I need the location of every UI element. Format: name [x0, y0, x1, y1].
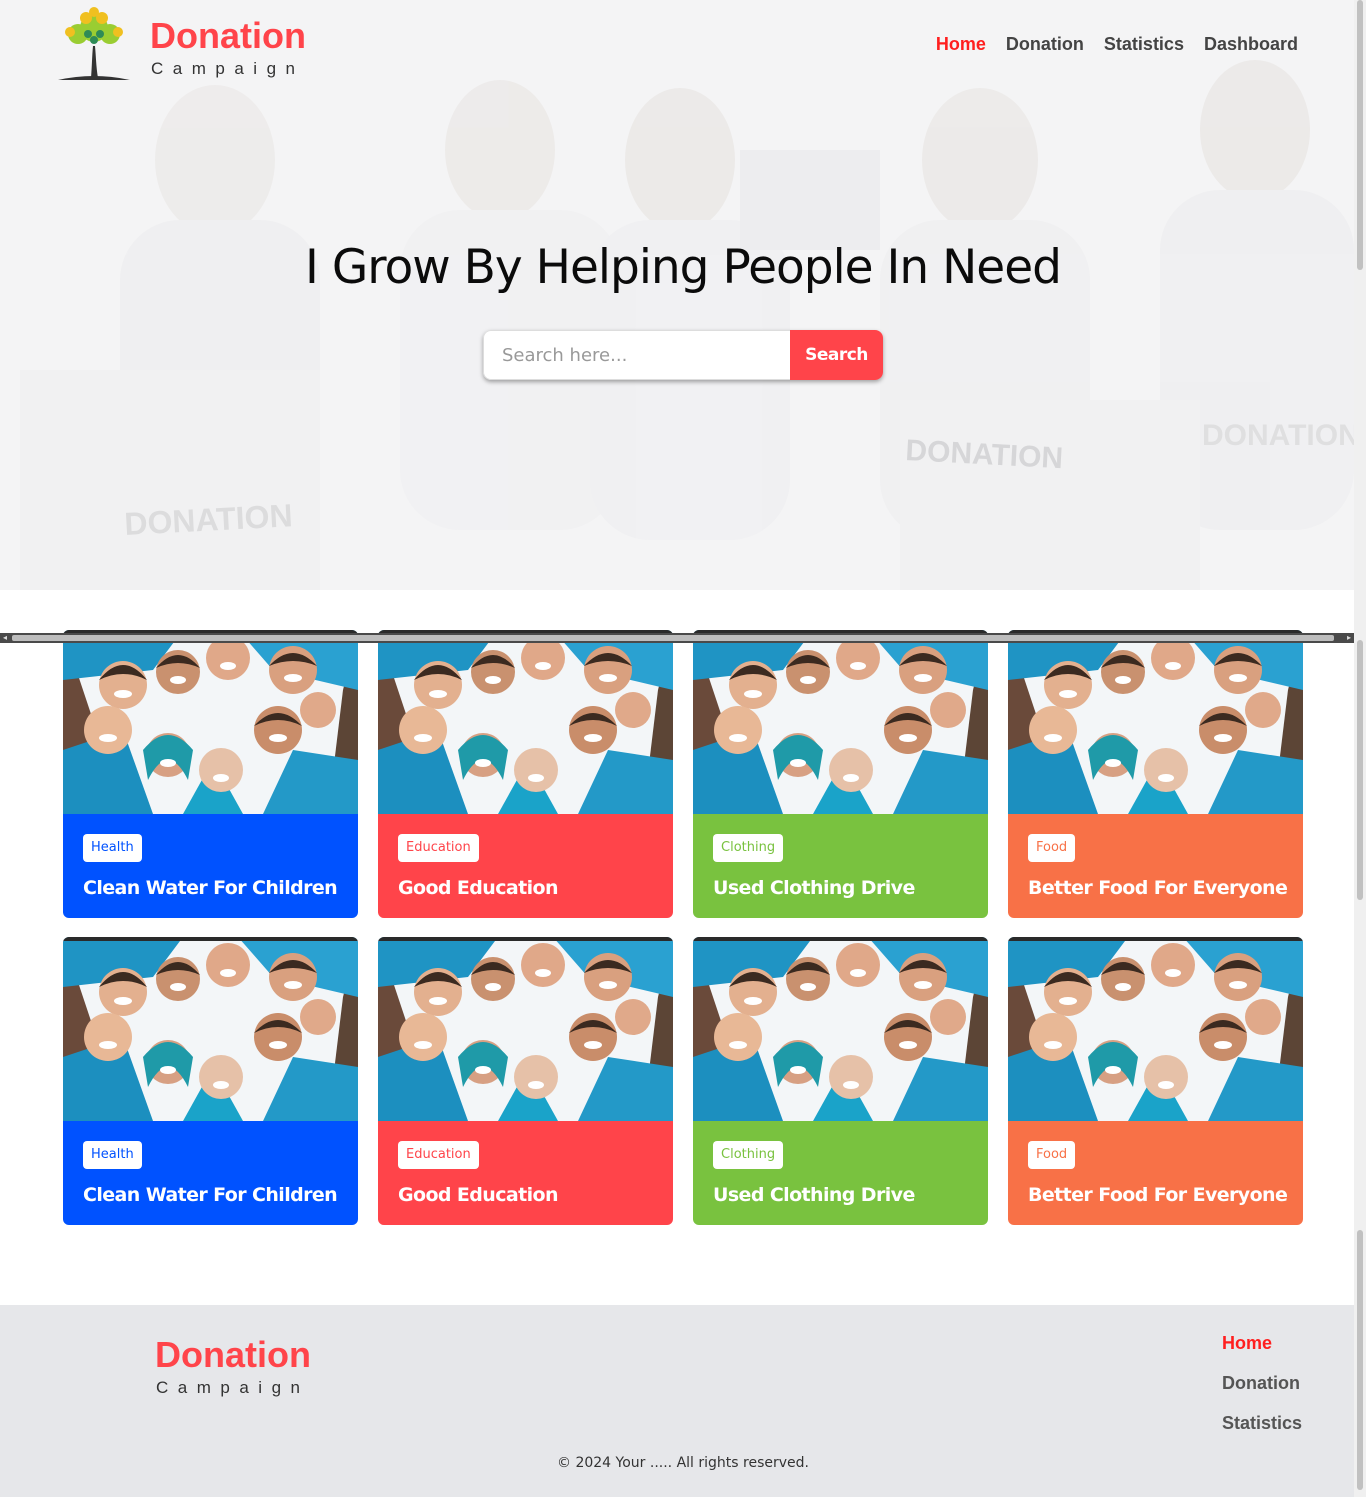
copyright-text: © 2024 Your ..... All rights reserved.	[557, 1455, 809, 1471]
card-body: Health Clean Water For Children	[63, 814, 358, 918]
card-title: Used Clothing Drive	[713, 877, 915, 899]
category-badge: Health	[83, 834, 142, 862]
hero-title: I Grow By Helping People In Need	[305, 240, 1062, 295]
main-nav: Home Donation Statistics Dashboard	[936, 34, 1298, 55]
brand-logo[interactable]: Donation Campaign	[58, 6, 318, 82]
card-body: Education Good Education	[378, 1121, 673, 1225]
hero-bg-sign-right: DONATION	[1202, 419, 1354, 452]
volunteers-photo	[693, 937, 988, 1121]
horizontal-scrollbar-thumb[interactable]	[12, 635, 1334, 641]
volunteers-photo	[378, 937, 673, 1121]
category-badge: Food	[1028, 1141, 1076, 1169]
search-button[interactable]: Search	[790, 330, 883, 380]
card-title: Better Food For Everyone	[1028, 877, 1288, 899]
footer-link-statistics[interactable]: Statistics	[1222, 1413, 1302, 1434]
volunteers-photo	[378, 630, 673, 814]
card-body: Food Better Food For Everyone	[1008, 1121, 1303, 1225]
footer-nav: Home Donation Statistics	[1222, 1333, 1302, 1434]
card-title: Good Education	[398, 1184, 558, 1206]
brand-title: Donation	[150, 15, 306, 56]
donation-card[interactable]: Clothing Used Clothing Drive	[693, 937, 988, 1225]
category-badge: Education	[398, 1141, 479, 1169]
donation-card[interactable]: Education Good Education	[378, 630, 673, 918]
brand-subtitle: Campaign	[151, 59, 305, 78]
donation-card[interactable]: Clothing Used Clothing Drive	[693, 630, 988, 918]
category-badge: Education	[398, 834, 479, 862]
volunteers-photo	[693, 630, 988, 814]
card-body: Clothing Used Clothing Drive	[693, 814, 988, 918]
vertical-scrollbar-thumb[interactable]	[1357, 640, 1363, 900]
donation-card[interactable]: Education Good Education	[378, 937, 673, 1225]
category-badge: Health	[83, 1141, 142, 1169]
donation-card[interactable]: Food Better Food For Everyone	[1008, 937, 1303, 1225]
footer-brand-subtitle: Campaign	[156, 1378, 310, 1397]
card-body: Food Better Food For Everyone	[1008, 814, 1303, 918]
scroll-right-arrow-icon[interactable]: ▸	[1344, 633, 1354, 643]
scroll-left-arrow-icon[interactable]: ◂	[0, 633, 10, 643]
nav-link-statistics[interactable]: Statistics	[1104, 34, 1184, 55]
card-title: Clean Water For Children	[83, 877, 338, 899]
footer-link-donation[interactable]: Donation	[1222, 1373, 1302, 1394]
vertical-scrollbar-thumb[interactable]	[1357, 1230, 1363, 1490]
donation-card[interactable]: Food Better Food For Everyone	[1008, 630, 1303, 918]
donation-card[interactable]: Health Clean Water For Children	[63, 937, 358, 1225]
vertical-scrollbar[interactable]	[1354, 0, 1366, 1497]
tree-logo-icon	[58, 7, 130, 80]
category-badge: Food	[1028, 834, 1076, 862]
hero-banner: DONATION DONATION DONATION Donation Camp…	[0, 0, 1354, 590]
category-badge: Clothing	[713, 834, 784, 862]
nav-link-donation[interactable]: Donation	[1006, 34, 1084, 55]
donation-card[interactable]: Health Clean Water For Children	[63, 630, 358, 918]
volunteers-photo	[63, 937, 358, 1121]
search-input[interactable]	[483, 330, 790, 380]
volunteers-photo	[1008, 937, 1303, 1121]
card-title: Used Clothing Drive	[713, 1184, 915, 1206]
volunteers-photo	[1008, 630, 1303, 814]
nav-link-dashboard[interactable]: Dashboard	[1204, 34, 1298, 55]
card-body: Education Good Education	[378, 814, 673, 918]
category-badge: Clothing	[713, 1141, 784, 1169]
search-form: Search	[483, 330, 883, 380]
card-body: Health Clean Water For Children	[63, 1121, 358, 1225]
card-title: Better Food For Everyone	[1028, 1184, 1288, 1206]
site-footer: Donation Campaign Home Donation Statisti…	[0, 1305, 1354, 1497]
card-body: Clothing Used Clothing Drive	[693, 1121, 988, 1225]
card-title: Clean Water For Children	[83, 1184, 338, 1206]
nav-link-home[interactable]: Home	[936, 34, 986, 55]
volunteers-photo	[63, 630, 358, 814]
top-navbar: Donation Campaign Home Donation Statisti…	[0, 0, 1354, 90]
horizontal-scrollbar[interactable]: ◂ ▸	[0, 633, 1354, 643]
card-title: Good Education	[398, 877, 558, 899]
vertical-scrollbar-thumb[interactable]	[1357, 0, 1363, 270]
footer-link-home[interactable]: Home	[1222, 1333, 1302, 1354]
footer-brand-title[interactable]: Donation	[155, 1337, 311, 1373]
